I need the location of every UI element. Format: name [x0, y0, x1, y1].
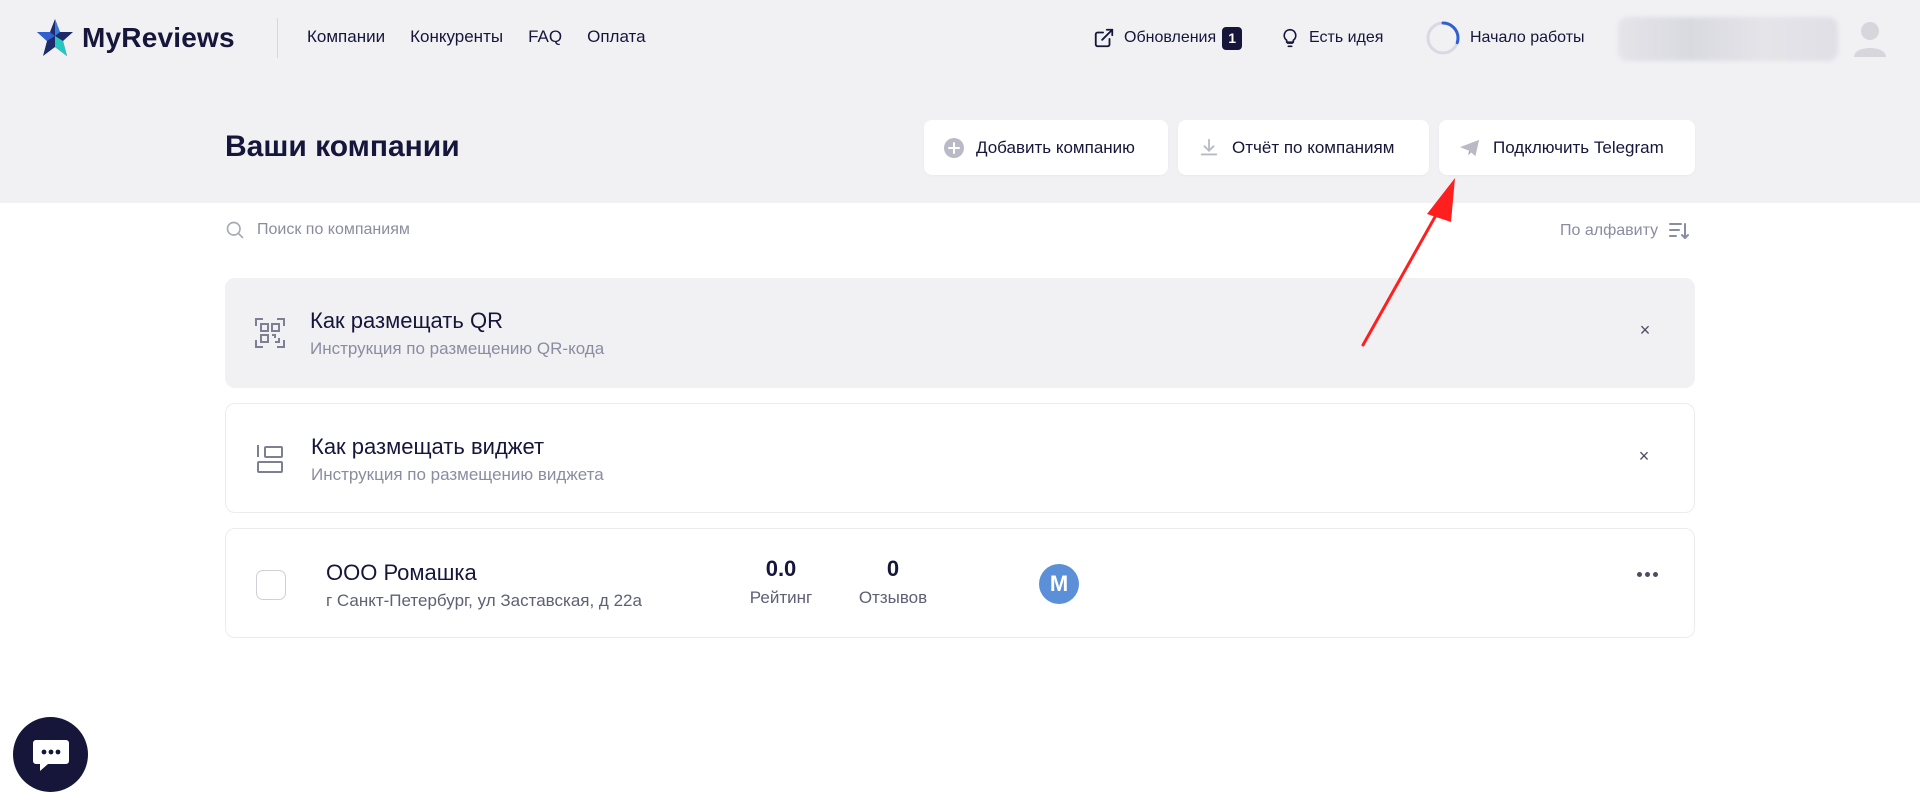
nav-companies[interactable]: Компании: [307, 27, 385, 47]
onboarding-link[interactable]: Начало работы: [1425, 20, 1585, 56]
qr-icon: [255, 318, 285, 348]
more-icon[interactable]: [1637, 572, 1658, 577]
connect-telegram-label: Подключить Telegram: [1493, 137, 1664, 157]
nav-payment[interactable]: Оплата: [587, 27, 645, 47]
updates-link[interactable]: Обновления 1: [1093, 20, 1243, 56]
chat-button[interactable]: [13, 717, 88, 792]
company-name[interactable]: ООО Ромашка: [326, 560, 477, 586]
updates-count-badge: 1: [1222, 26, 1243, 50]
chat-icon: [32, 739, 69, 771]
lightbulb-icon: [1283, 28, 1297, 48]
user-avatar-icon[interactable]: [1852, 19, 1888, 59]
widget-layout-icon: [257, 445, 283, 473]
company-report-label: Отчёт по компаниям: [1232, 137, 1395, 157]
rating-label: Рейтинг: [749, 588, 813, 607]
search-icon: [226, 221, 244, 239]
updates-label: Обновления: [1124, 29, 1217, 46]
annotation-arrow: [1361, 178, 1455, 347]
company-address: г Санкт-Петербург, ул Заставская, д 22а: [326, 591, 642, 610]
telegram-icon: [1459, 138, 1481, 158]
company-avatar: M: [1039, 564, 1079, 604]
close-icon[interactable]: ×: [1634, 446, 1654, 466]
nav-competitors[interactable]: Конкуренты: [410, 27, 503, 47]
tip-title: Как размещать виджет: [311, 434, 545, 459]
tip-subtitle: Инструкция по размещению QR-кода: [310, 339, 605, 358]
company-checkbox[interactable]: [256, 570, 286, 600]
rating-value: 0.0: [765, 556, 797, 581]
idea-label: Есть идея: [1309, 29, 1384, 46]
header-divider: [277, 18, 278, 58]
logo[interactable]: MyReviews: [36, 18, 235, 58]
reviews-label: Отзывов: [858, 588, 928, 607]
external-link-icon: [1094, 28, 1114, 48]
star-logo-icon: [37, 19, 73, 56]
idea-link[interactable]: Есть идея: [1280, 20, 1383, 56]
sort-icon: [1668, 221, 1690, 241]
user-account-name[interactable]: [1618, 17, 1838, 61]
company-card[interactable]: ООО Ромашка г Санкт-Петербург, ул Застав…: [225, 528, 1695, 638]
add-company-label: Добавить компанию: [976, 137, 1135, 157]
close-icon[interactable]: ×: [1635, 320, 1655, 340]
sort-dropdown[interactable]: По алфавиту: [1560, 221, 1690, 241]
brand-name: MyReviews: [82, 22, 235, 53]
main-nav: Компании Конкуренты FAQ Оплата: [307, 27, 646, 47]
download-icon: [1198, 137, 1220, 159]
reviews-value: 0: [886, 556, 900, 581]
company-report-button[interactable]: Отчёт по компаниям: [1178, 120, 1429, 175]
nav-faq[interactable]: FAQ: [528, 27, 562, 47]
rating-stat: 0.0 Рейтинг: [726, 556, 836, 608]
page-title: Ваши компании: [225, 130, 460, 163]
company-search: [225, 220, 557, 240]
add-company-button[interactable]: Добавить компанию: [924, 120, 1168, 175]
onboarding-label: Начало работы: [1470, 29, 1585, 46]
tip-title: Как размещать QR: [310, 308, 503, 333]
progress-ring-icon: [1426, 21, 1460, 55]
plus-circle-icon: [944, 137, 964, 158]
search-input[interactable]: [257, 221, 557, 239]
tip-subtitle: Инструкция по размещению виджета: [311, 465, 604, 484]
sort-label: По алфавиту: [1560, 222, 1659, 239]
connect-telegram-button[interactable]: Подключить Telegram: [1439, 120, 1695, 175]
tip-card-widget[interactable]: Как размещать виджет Инструкция по разме…: [225, 403, 1695, 513]
reviews-stat: 0 Отзывов: [838, 556, 948, 608]
